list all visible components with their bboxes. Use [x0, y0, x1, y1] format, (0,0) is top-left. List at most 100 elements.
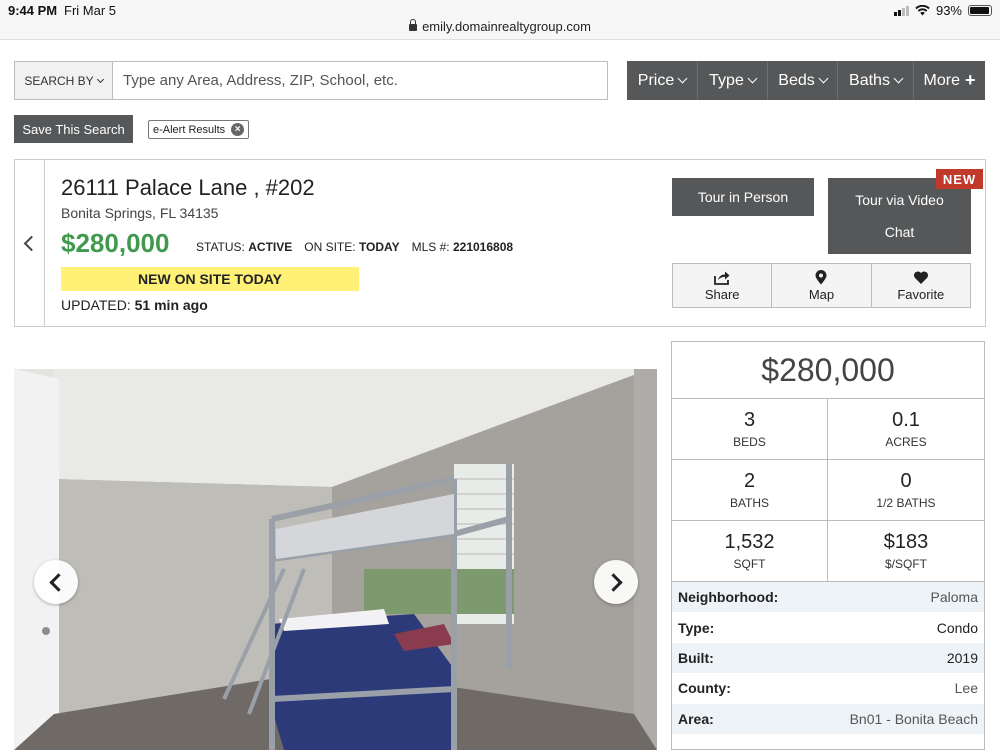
map-pin-icon [815, 269, 827, 284]
tour-in-person-button[interactable]: Tour in Person [672, 178, 814, 216]
details-list: Neighborhood: Paloma Type: Condo Built: 201… [672, 582, 984, 734]
beds-filter[interactable]: Beds [768, 61, 838, 100]
stat-label: SQFT [733, 557, 766, 571]
baths-filter-label: Baths [849, 71, 890, 89]
plus-icon: + [964, 70, 976, 90]
date: Fri Mar 5 [64, 3, 116, 18]
listing-summary-panel: $280,000 3 BEDS 0.1 ACRES 2 BATHS 0 1/2 BATH… [671, 341, 985, 750]
new-on-site-banner: NEW ON SITE TODAY [61, 267, 359, 291]
heart-icon [913, 270, 928, 284]
search-by-label: SEARCH BY [24, 73, 94, 88]
type-filter[interactable]: Type [698, 61, 768, 100]
battery-icon [968, 5, 992, 16]
chevron-down-icon [818, 73, 829, 84]
listing-price: $280,000 [61, 228, 170, 258]
stat-beds: 3 BEDS [672, 399, 828, 460]
map-button[interactable]: Map [772, 264, 872, 307]
detail-key: Type: [678, 619, 715, 636]
chevron-right-icon [604, 572, 623, 592]
wifi-icon [915, 5, 930, 16]
previous-photo-button[interactable] [34, 560, 78, 604]
stat-label: $/SQFT [884, 557, 927, 571]
stat-label: 1/2 BATHS [876, 496, 936, 510]
previous-listing-button[interactable] [15, 160, 45, 326]
map-label: Map [808, 286, 835, 302]
close-circle-icon[interactable]: × [231, 123, 245, 136]
battery-percent: 93% [935, 3, 962, 18]
stats-grid: 3 BEDS 0.1 ACRES 2 BATHS 0 1/2 BATHS 1,532 SQ… [672, 399, 984, 582]
type-filter-label: Type [709, 71, 744, 89]
listing-header: 26111 Palace Lane , #202 Bonita Springs,… [14, 159, 986, 327]
listing-address: 26111 Palace Lane , #202 [61, 175, 315, 200]
detail-value: Paloma [930, 589, 978, 606]
chevron-down-icon [747, 73, 758, 84]
detail-row: Built: 2019 [672, 642, 984, 674]
more-filter[interactable]: More + [914, 61, 985, 100]
stat-label: ACRES [885, 435, 927, 449]
search-input[interactable] [113, 62, 607, 99]
status-icons: 93% [893, 3, 992, 18]
beds-filter-label: Beds [778, 71, 815, 89]
chevron-down-icon [96, 75, 104, 83]
detail-value: Lee [954, 680, 978, 697]
address-bar[interactable]: emily.domainrealtygroup.com [0, 19, 1000, 34]
detail-row: Neighborhood: Paloma [672, 582, 984, 613]
status-label: STATUS: [196, 240, 245, 254]
detail-row: County: Lee [672, 673, 984, 704]
e-alert-chip[interactable]: e-Alert Results × [148, 120, 250, 139]
listing-city: Bonita Springs, FL 34135 [61, 205, 219, 221]
detail-key: Neighborhood: [678, 589, 779, 606]
search-by-dropdown[interactable]: SEARCH BY [15, 62, 113, 99]
favorite-button[interactable]: Favorite [872, 264, 970, 307]
share-icon [714, 271, 730, 285]
tour-video-chat-button[interactable]: Tour via Video Chat [828, 178, 971, 254]
detail-row: Type: Condo [672, 612, 984, 643]
more-filter-label: More [923, 71, 960, 89]
detail-value: Condo [936, 619, 978, 636]
stat-value: $183 [883, 531, 929, 553]
listing-actions: Share Map Favorite [672, 263, 971, 308]
stat-value: 3 [743, 409, 756, 431]
baths-filter[interactable]: Baths [838, 61, 914, 100]
chevron-down-icon [893, 73, 904, 84]
updated-value: 51 min ago [134, 297, 208, 313]
chevron-left-icon [49, 572, 68, 592]
bedroom-photo-image [14, 369, 657, 750]
stat-sqft: 1,532 SQFT [672, 521, 828, 582]
share-label: Share [704, 286, 740, 302]
chevron-left-icon [23, 235, 40, 251]
save-search-button[interactable]: Save This Search [14, 115, 133, 143]
stat-value: 2 [743, 470, 756, 492]
status-value: ACTIVE [248, 240, 293, 254]
lock-icon [409, 19, 418, 31]
share-button[interactable]: Share [673, 264, 773, 307]
stat-baths: 2 BATHS [672, 460, 828, 521]
favorite-label: Favorite [897, 286, 945, 302]
stat-value: 0 [900, 470, 912, 492]
stat-value: 1,532 [724, 531, 775, 553]
search-bar: SEARCH BY [14, 61, 608, 100]
mls-value: 221016808 [452, 240, 514, 254]
onsite-value: TODAY [358, 240, 400, 254]
updated-label: UPDATED: [61, 297, 131, 313]
detail-key: County: [678, 680, 731, 697]
detail-key: Area: [678, 710, 714, 727]
stat-label: BATHS [729, 496, 770, 510]
listing-photo [14, 369, 657, 750]
clock: 9:44 PM [8, 3, 58, 18]
e-alert-label: e-Alert Results [153, 123, 226, 136]
next-photo-button[interactable] [594, 560, 638, 604]
listing-meta: STATUS: ACTIVE ON SITE: TODAY MLS #: 221… [196, 240, 513, 254]
detail-key: Built: [678, 649, 714, 666]
price-filter-label: Price [637, 71, 675, 89]
stat-value: 0.1 [892, 409, 920, 431]
tour-video-label: Tour via Video [855, 192, 944, 208]
detail-value: 2019 [946, 649, 978, 666]
chevron-down-icon [677, 73, 688, 84]
price-filter[interactable]: Price [627, 61, 698, 100]
url-text: emily.domainrealtygroup.com [422, 19, 591, 34]
stat-label: BEDS [733, 435, 766, 449]
detail-row: Area: Bn01 - Bonita Beach [672, 703, 984, 734]
updated-line: UPDATED: 51 min ago [61, 297, 208, 313]
tour-video-label-2: Chat [884, 224, 915, 240]
